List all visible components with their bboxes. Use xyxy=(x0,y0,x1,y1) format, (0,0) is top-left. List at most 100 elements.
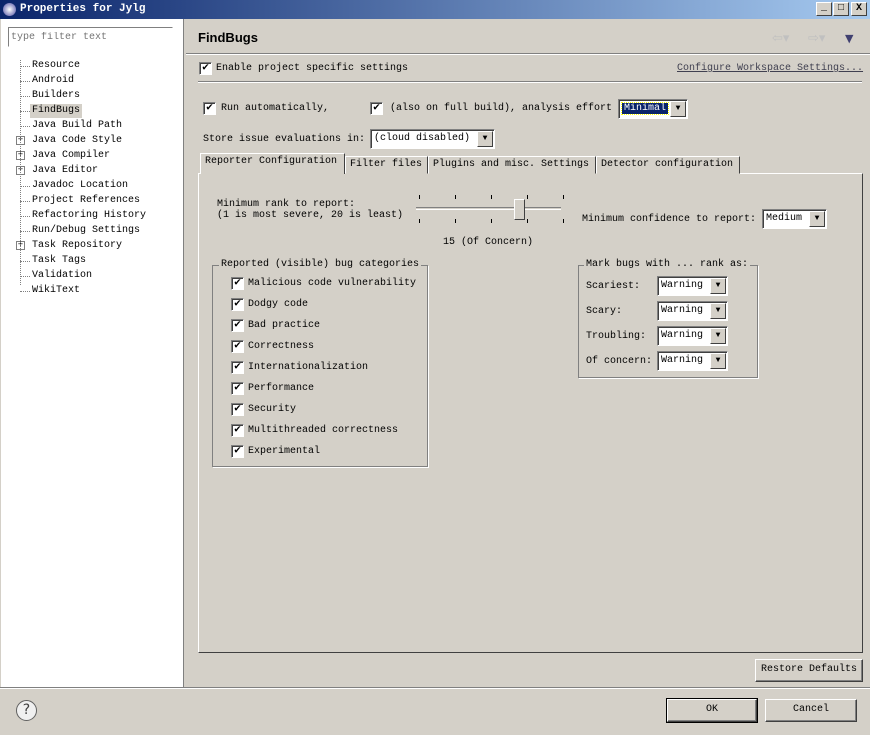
tree-item[interactable]: Builders xyxy=(32,89,80,103)
tree-connector xyxy=(20,231,30,232)
eclipse-icon xyxy=(3,3,16,16)
tree-connector xyxy=(20,201,30,202)
slider-tick xyxy=(455,219,456,223)
slider-tick xyxy=(491,219,492,223)
slider-tick xyxy=(563,195,564,199)
mark-label: Scary: xyxy=(586,306,623,317)
tab-detector-configuration[interactable]: Detector configuration xyxy=(596,156,740,174)
chevron-down-icon: ▼ xyxy=(809,211,825,227)
rank-value-text: 15 (Of Concern) xyxy=(443,237,534,248)
tree-connector xyxy=(20,66,30,67)
divider xyxy=(186,53,870,55)
mark-label: Of concern: xyxy=(586,356,653,367)
mark-select[interactable]: Warning ▼ xyxy=(657,301,728,321)
category-checkbox[interactable]: ✔ xyxy=(231,319,244,332)
category-label: Bad practice xyxy=(248,320,321,331)
chevron-down-icon: ▼ xyxy=(710,328,726,344)
category-label: Malicious code vulnerability xyxy=(248,278,417,289)
mark-select[interactable]: Warning ▼ xyxy=(657,351,728,371)
ok-button[interactable]: OK xyxy=(666,698,758,723)
effort-label: analysis effort xyxy=(522,103,613,114)
category-checkbox[interactable]: ✔ xyxy=(231,340,244,353)
divider xyxy=(0,687,870,689)
tab-plugins[interactable]: Plugins and misc. Settings xyxy=(428,156,596,174)
full-build-checkbox[interactable]: ✔ xyxy=(370,102,383,115)
restore-defaults-button[interactable]: Restore Defaults xyxy=(755,659,863,682)
slider-tick xyxy=(491,195,492,199)
category-checkbox[interactable]: ✔ xyxy=(231,445,244,458)
tree-item[interactable]: Javadoc Location xyxy=(32,179,128,193)
tree-connector xyxy=(20,261,30,262)
category-checkbox[interactable]: ✔ xyxy=(231,403,244,416)
slider-tick xyxy=(419,195,420,199)
full-build-label: (also on full build), xyxy=(390,103,517,114)
tree-item[interactable]: Java Editor xyxy=(32,164,98,178)
tree-connector xyxy=(20,96,30,97)
mark-select[interactable]: Warning ▼ xyxy=(657,276,728,296)
tree-item[interactable]: Task Repository xyxy=(32,239,122,253)
slider-tick xyxy=(527,219,528,223)
tree-item[interactable]: Validation xyxy=(32,269,92,283)
tree-connector xyxy=(20,291,30,292)
tree-item[interactable]: Android xyxy=(32,74,74,88)
maximize-button[interactable]: □ xyxy=(833,2,849,16)
tab-filter-files[interactable]: Filter files xyxy=(345,156,428,174)
enable-project-checkbox[interactable]: ✔ xyxy=(199,62,212,75)
minimize-button[interactable]: _ xyxy=(816,2,832,16)
category-label: Dodgy code xyxy=(248,299,309,310)
categories-title: Reported (visible) bug categories xyxy=(219,259,422,270)
category-label: Multithreaded correctness xyxy=(248,425,399,436)
tree-connector xyxy=(20,126,30,127)
filter-input[interactable] xyxy=(8,27,173,47)
view-menu-icon[interactable]: ▼ xyxy=(845,32,853,45)
mark-select[interactable]: Warning ▼ xyxy=(657,326,728,346)
store-select[interactable]: (cloud disabled) ▼ xyxy=(370,129,495,149)
tree-item[interactable]: Java Code Style xyxy=(32,134,122,148)
tree-item[interactable]: Task Tags xyxy=(32,254,86,268)
tree-connector xyxy=(20,111,30,112)
tree-item[interactable]: Run/Debug Settings xyxy=(32,224,140,238)
mark-title: Mark bugs with ... rank as: xyxy=(584,259,751,270)
forward-icon[interactable]: ⇨▾ xyxy=(808,31,825,46)
category-checkbox[interactable]: ✔ xyxy=(231,382,244,395)
tree-item[interactable]: Refactoring History xyxy=(32,209,146,223)
tree-item[interactable]: WikiText xyxy=(32,284,80,298)
category-checkbox[interactable]: ✔ xyxy=(231,424,244,437)
tree-connector xyxy=(20,186,30,187)
slider-tick xyxy=(419,219,420,223)
category-checkbox[interactable]: ✔ xyxy=(231,298,244,311)
close-button[interactable]: X xyxy=(851,2,867,16)
tree-item[interactable]: Java Compiler xyxy=(32,149,110,163)
slider-thumb[interactable] xyxy=(514,199,525,220)
effort-select[interactable]: Minimal ▼ xyxy=(618,99,688,119)
tree-item[interactable]: FindBugs xyxy=(30,104,83,118)
tree-connector xyxy=(20,276,30,277)
confidence-select[interactable]: Medium ▼ xyxy=(762,209,827,229)
window-title: Properties for Jylg xyxy=(20,3,146,15)
rank-slider[interactable] xyxy=(416,193,564,225)
category-checkbox[interactable]: ✔ xyxy=(231,361,244,374)
tree-connector xyxy=(20,216,30,217)
title-bar: Properties for Jylg xyxy=(0,0,870,19)
tree-item[interactable]: Resource xyxy=(32,59,80,73)
run-automatically-label: Run automatically, xyxy=(221,103,330,114)
configure-workspace-link[interactable]: Configure Workspace Settings... xyxy=(677,63,863,74)
slider-tick xyxy=(527,195,528,199)
run-automatically-checkbox[interactable]: ✔ xyxy=(203,102,216,115)
category-checkbox[interactable]: ✔ xyxy=(231,277,244,290)
rank-hint: (1 is most severe, 20 is least) xyxy=(217,210,404,221)
chevron-down-icon: ▼ xyxy=(477,131,493,147)
enable-project-label: Enable project specific settings xyxy=(216,63,409,74)
tree-item[interactable]: Java Build Path xyxy=(32,119,122,133)
tree-item[interactable]: Project References xyxy=(32,194,140,208)
cancel-button[interactable]: Cancel xyxy=(765,699,857,722)
help-icon[interactable]: ? xyxy=(16,700,37,721)
category-label: Security xyxy=(248,404,297,415)
slider-track xyxy=(416,207,561,210)
divider xyxy=(198,81,862,83)
tab-reporter-configuration[interactable]: Reporter Configuration xyxy=(200,153,345,174)
mark-label: Troubling: xyxy=(586,331,647,342)
page-title: FindBugs xyxy=(198,30,258,45)
back-icon[interactable]: ⇦▾ xyxy=(772,31,789,46)
confidence-label: Minimum confidence to report: xyxy=(582,214,757,225)
